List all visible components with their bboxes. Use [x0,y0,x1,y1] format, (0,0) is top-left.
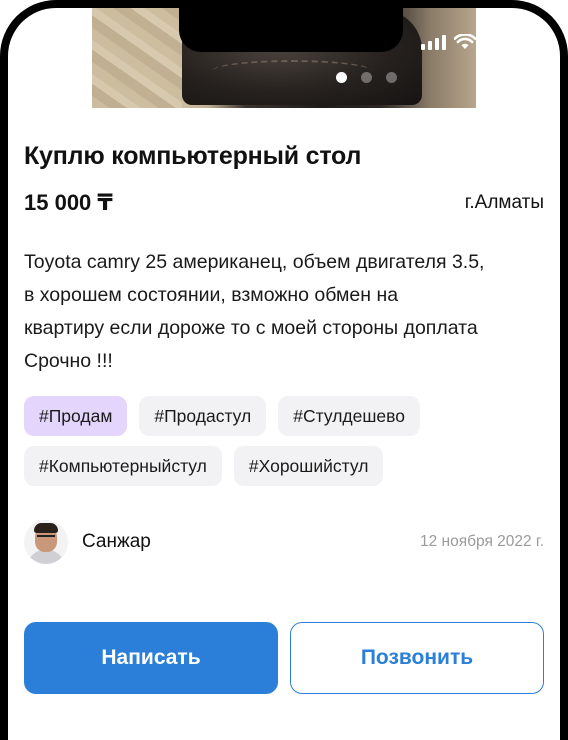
pagination-dot[interactable] [386,72,397,83]
status-bar [421,34,476,50]
listing-city: г.Алматы [464,192,544,213]
tag-chip[interactable]: #Компьютерныйстул [24,446,222,486]
pagination-dot[interactable] [336,72,347,83]
author-name[interactable]: Санжар [82,531,151,553]
tag-chip[interactable]: #Хорошийстул [233,446,384,486]
listing-title: Куплю компьютерный стол [24,142,362,170]
photo-floor [92,8,182,108]
avatar[interactable] [24,520,68,564]
phone-frame: Куплю компьютерный стол 15 000 ₸ г.Алмат… [0,0,568,740]
photo-pagination[interactable] [336,72,397,83]
tag-chip[interactable]: #Продастул [139,396,267,436]
tag-list: #Продам #Продастул #Стулдешево #Компьюте… [24,396,554,486]
phone-notch [179,8,403,52]
tag-chip[interactable]: #Продам [24,396,128,436]
tag-chip[interactable]: #Стулдешево [278,396,420,436]
listing-description: Toyota camry 25 американец, объем двигат… [24,251,485,372]
write-button[interactable]: Написать [24,622,278,694]
post-date: 12 ноября 2022 г. [420,533,544,550]
pagination-dot[interactable] [361,72,372,83]
call-button[interactable]: Позвонить [290,622,544,694]
author-block[interactable]: Санжар [24,520,151,564]
signal-icon [421,35,446,50]
wifi-icon [454,34,476,49]
listing-price: 15 000 ₸ [24,190,113,215]
